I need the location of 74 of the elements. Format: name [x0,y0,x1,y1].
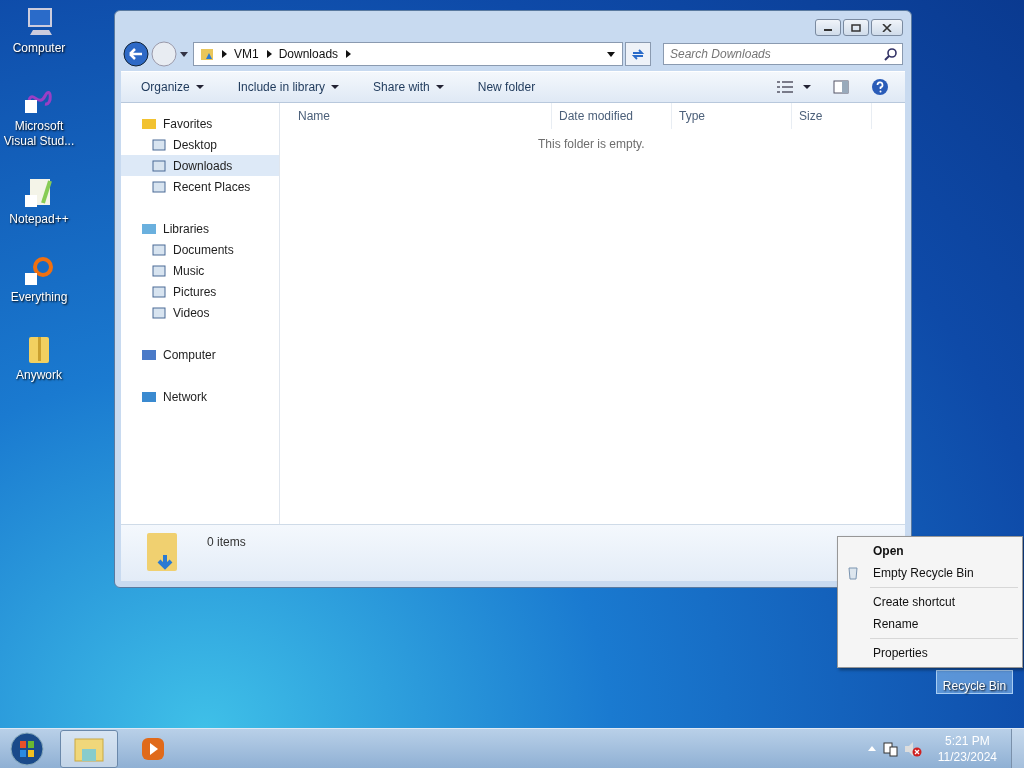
minimize-button[interactable] [815,19,841,36]
empty-message: This folder is empty. [537,136,646,151]
toolbar-button[interactable]: Include in library [231,76,346,98]
column-header[interactable]: Date modified [552,103,672,129]
nav-item[interactable]: Videos [121,302,279,323]
close-icon [882,23,892,32]
desktop-icon-label[interactable]: Computer [1,41,77,56]
folder-taskbar-button[interactable] [60,729,118,768]
nav-item[interactable]: Pictures [121,281,279,302]
maximize-button[interactable] [843,19,869,36]
help-icon[interactable] [871,78,889,96]
address-bar[interactable]: VM1 Downloads [193,42,623,66]
chevron-icon [220,50,228,58]
nav-icon [151,158,167,173]
nav-icon [151,263,167,278]
muted-speaker-icon[interactable] [903,740,922,757]
desktop-icon-label[interactable]: Anywork [1,368,77,383]
back-icon[interactable] [123,41,149,67]
nav-item[interactable]: Documents [121,239,279,260]
nav-icon [151,179,167,194]
nav-item[interactable]: Downloads [121,155,279,176]
nav-icon [151,284,167,299]
search-field[interactable]: Search Downloads [663,43,903,65]
nav-item[interactable]: Computer [121,344,279,365]
preview-pane-icon[interactable] [833,80,849,94]
notepad-shortcut-icon[interactable] [23,177,55,209]
breadcrumb-item[interactable]: Downloads [278,47,339,61]
desktop-icon-label[interactable]: Notepad++ [1,212,77,227]
nav-item[interactable]: Desktop [121,134,279,155]
network-icon[interactable] [881,740,898,757]
dropdown-icon[interactable] [606,50,616,58]
nav-icon [141,116,157,131]
view-list-icon[interactable] [777,81,793,93]
start-button-icon[interactable] [10,731,44,766]
column-header[interactable]: Size [792,103,872,129]
column-header[interactable]: Name [280,103,552,129]
nav-icon [141,221,157,236]
nav-icon [141,389,157,404]
nav-item[interactable]: Recent Places [121,176,279,197]
nav-item[interactable]: Music [121,260,279,281]
nav-icon [151,242,167,257]
bin-icon [846,566,860,580]
search-icon[interactable] [884,48,897,61]
nav-item[interactable]: Network [121,386,279,407]
ring-shortcut-icon[interactable] [23,255,55,287]
nav-item[interactable]: Libraries [121,218,279,239]
nav-icon [141,347,157,362]
item-count: 0 items [207,534,246,549]
nav-item[interactable]: Favorites [121,113,279,134]
refresh-button[interactable] [625,42,651,66]
menu-item[interactable]: Rename [840,613,1020,635]
dropdown-icon[interactable] [179,50,189,58]
desktop-icon-label[interactable]: Everything [1,290,77,305]
chevron-icon [264,50,273,58]
caret-icon[interactable] [803,84,811,90]
play-icon [141,736,165,761]
toolbar-button[interactable]: Organize [135,76,210,98]
menu-item[interactable]: Empty Recycle Bin [840,562,1020,584]
close-button[interactable] [871,19,903,36]
column-header[interactable]: Type [672,103,792,129]
chevron-icon [344,50,353,58]
maximize-icon [851,23,861,32]
toolbar-button[interactable]: New folder [471,76,542,98]
menu-item[interactable]: Open [840,540,1020,562]
menu-item[interactable]: Properties [840,642,1020,664]
refresh-icon [631,47,645,61]
breadcrumb-item[interactable]: VM1 [234,47,259,61]
show-desktop-button[interactable] [1011,728,1024,768]
nav-icon [151,305,167,320]
folder-icon [200,47,214,61]
menu-item[interactable]: Create shortcut [840,591,1020,613]
toolbar-button[interactable]: Share with [367,76,450,98]
desktop-icon-label[interactable]: Microsoft Visual Stud... [1,119,77,149]
nav-icon [151,137,167,152]
